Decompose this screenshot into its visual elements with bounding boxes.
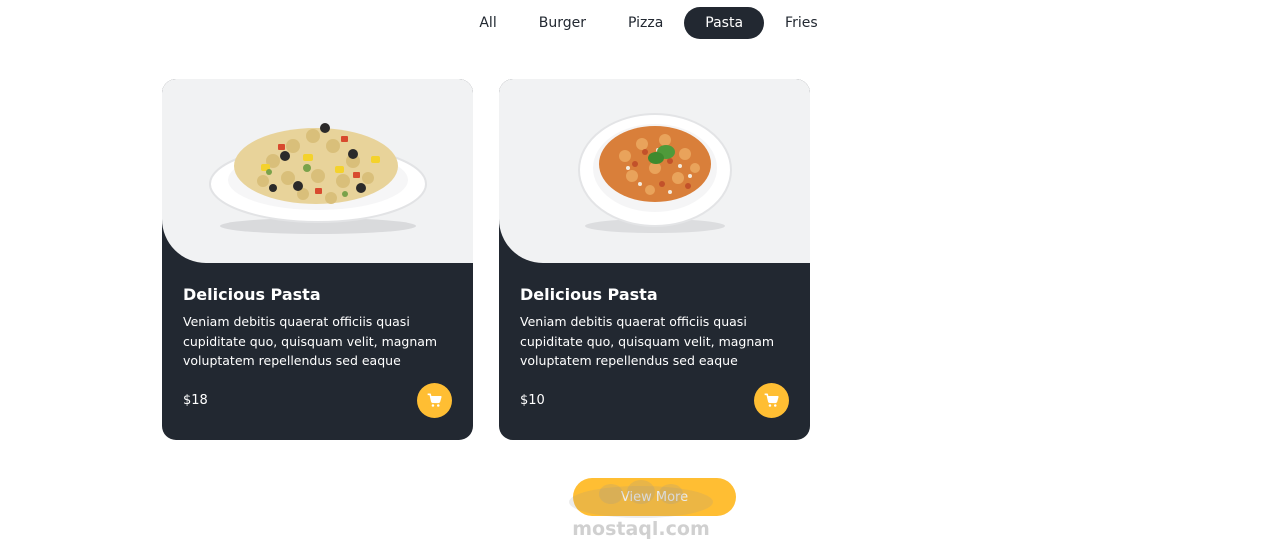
menu-card: Delicious Pasta Veniam debitis quaerat o… [499, 79, 810, 440]
card-title: Delicious Pasta [183, 285, 321, 304]
card-detail: Delicious Pasta Veniam debitis quaerat o… [162, 263, 473, 371]
card-title: Delicious Pasta [520, 285, 658, 304]
shopping-cart-icon [427, 393, 442, 407]
add-to-cart-button[interactable] [417, 383, 452, 418]
card-price: $10 [520, 393, 545, 408]
filter-all[interactable]: All [458, 7, 517, 39]
pasta-bowl-image [577, 113, 732, 233]
card-bottom: $10 [520, 383, 789, 418]
card-description: Veniam debitis quaerat officiis quasi cu… [183, 314, 438, 368]
card-bottom: $18 [183, 383, 452, 418]
card-detail: Delicious Pasta Veniam debitis quaerat o… [499, 263, 810, 371]
card-description: Veniam debitis quaerat officiis quasi cu… [520, 314, 775, 368]
filter-pizza[interactable]: Pizza [607, 7, 684, 39]
pasta-salad-plate-image [208, 123, 427, 234]
view-more-button[interactable]: View More [573, 478, 736, 516]
card-image-box [499, 79, 810, 263]
filter-pasta[interactable]: Pasta [684, 7, 765, 39]
watermark-text: mostaql.com [572, 518, 710, 540]
filter-list: All Burger Pizza Pasta Fries [458, 7, 838, 39]
filter-burger[interactable]: Burger [518, 7, 607, 39]
menu-filters: All Burger Pizza Pasta Fries [0, 7, 1280, 39]
menu-card: Delicious Pasta Veniam debitis quaerat o… [162, 79, 473, 440]
card-price: $18 [183, 393, 208, 408]
add-to-cart-button[interactable] [754, 383, 789, 418]
shopping-cart-icon [764, 393, 779, 407]
card-image-box [162, 79, 473, 263]
menu-grid: Delicious Pasta Veniam debitis quaerat o… [162, 79, 810, 440]
filter-fries[interactable]: Fries [764, 7, 839, 39]
